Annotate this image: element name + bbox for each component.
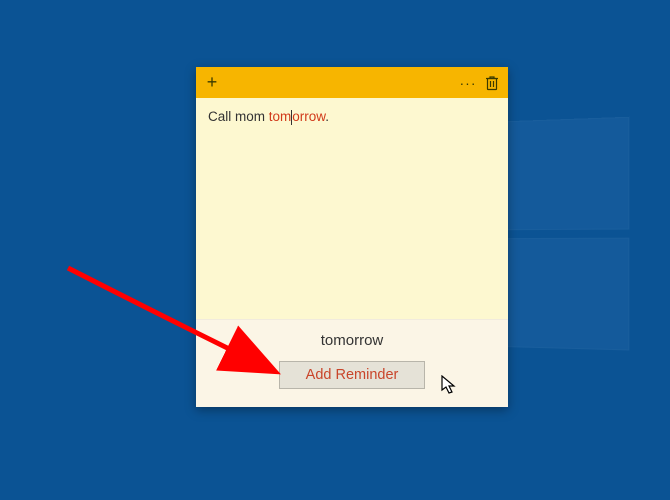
sticky-note-window: + ··· Call mom tomorrow. tomorrow Add Re… bbox=[196, 67, 508, 407]
add-reminder-button[interactable]: Add Reminder bbox=[279, 361, 426, 389]
note-body-area[interactable]: Call mom tomorrow. bbox=[196, 98, 508, 319]
note-titlebar[interactable]: + ··· bbox=[196, 67, 508, 98]
detected-date-word: tomorrow bbox=[269, 109, 326, 124]
suggestion-label: tomorrow bbox=[321, 332, 384, 349]
note-text-suffix: . bbox=[325, 109, 329, 124]
more-options-icon[interactable]: ··· bbox=[456, 73, 480, 93]
note-text-prefix: Call mom bbox=[208, 109, 269, 124]
add-note-icon[interactable]: + bbox=[202, 73, 222, 93]
note-text: Call mom tomorrow. bbox=[208, 109, 329, 124]
suggestion-panel: tomorrow Add Reminder bbox=[196, 319, 508, 407]
trash-icon[interactable] bbox=[482, 73, 502, 93]
text-caret bbox=[291, 110, 292, 125]
